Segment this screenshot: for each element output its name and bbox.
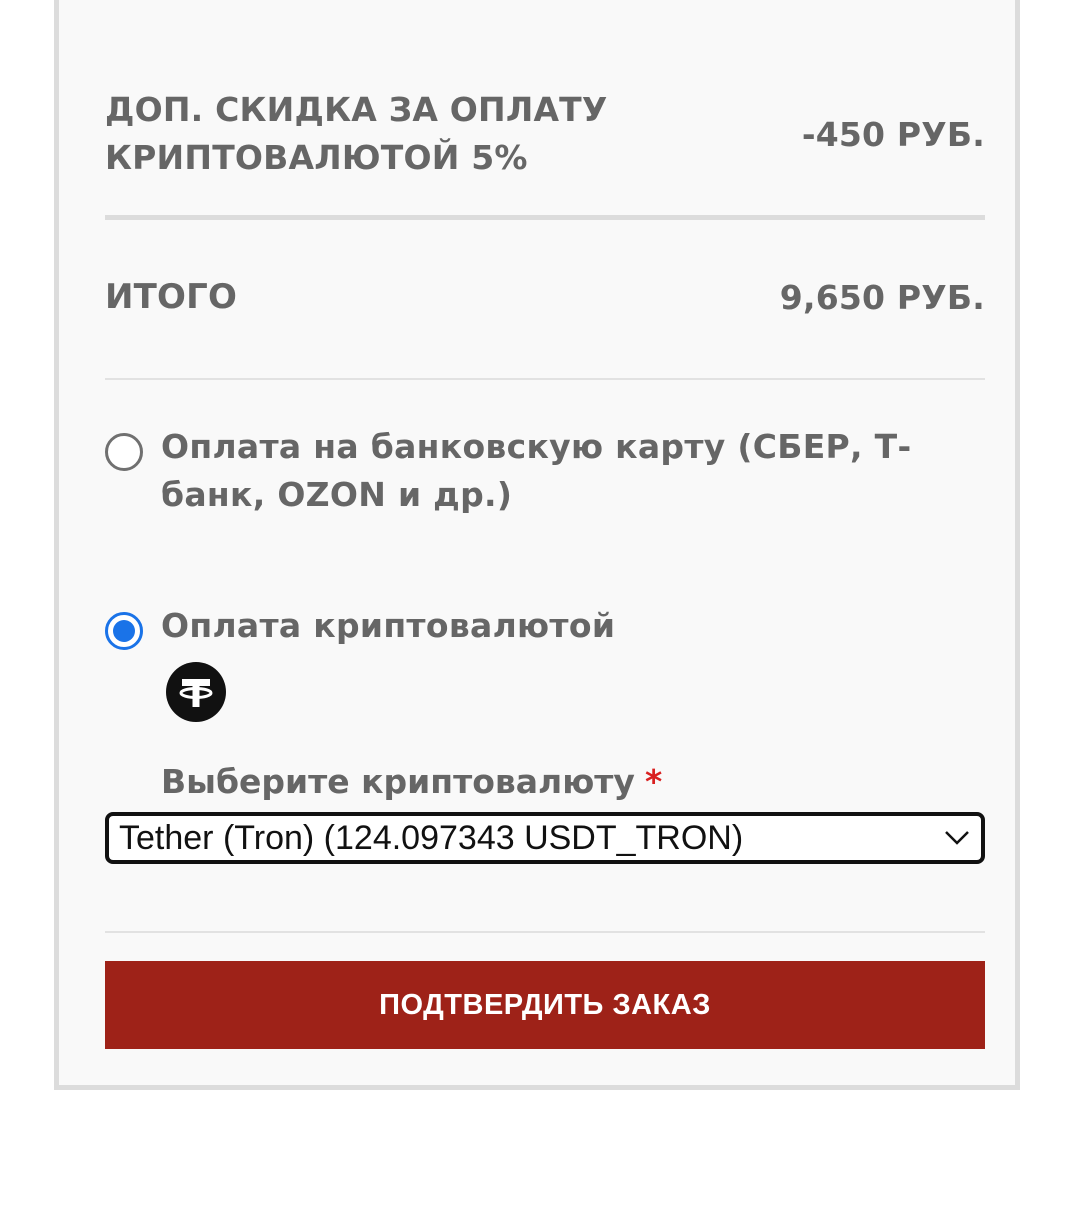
crypto-select-label: Выберите криптовалюту *	[161, 762, 662, 801]
crypto-select-value: Tether (Tron) (124.097343 USDT_TRON)	[119, 818, 744, 857]
total-value: 9,650 РУБ.	[779, 277, 985, 317]
payment-option-crypto-label[interactable]: Оплата криптовалютой	[161, 602, 615, 650]
radio-crypto[interactable]	[105, 612, 143, 650]
chevron-down-icon	[945, 831, 969, 845]
tether-icon	[166, 662, 226, 722]
checkout-panel: ДОП. СКИДКА ЗА ОПЛАТУ КРИПТОВАЛЮТОЙ 5% -…	[54, 0, 1020, 1090]
discount-label: ДОП. СКИДКА ЗА ОПЛАТУ КРИПТОВАЛЮТОЙ 5%	[105, 90, 608, 177]
required-mark: *	[644, 762, 663, 801]
discount-value: -450 РУБ.	[801, 114, 985, 154]
discount-row: ДОП. СКИДКА ЗА ОПЛАТУ КРИПТОВАЛЮТОЙ 5% -…	[105, 84, 985, 184]
confirm-order-button[interactable]: ПОДТВЕРДИТЬ ЗАКАЗ	[105, 961, 985, 1049]
total-label: ИТОГО	[105, 277, 238, 317]
payment-option-bank-card-label[interactable]: Оплата на банковскую карту (СБЕР, Т-банк…	[161, 423, 991, 519]
form-divider	[105, 931, 985, 933]
crypto-select[interactable]: Tether (Tron) (124.097343 USDT_TRON)	[105, 812, 985, 864]
total-divider	[105, 378, 985, 380]
crypto-select-label-text: Выберите криптовалюту	[161, 762, 635, 801]
total-row: ИТОГО 9,650 РУБ.	[105, 272, 985, 322]
summary-divider	[105, 215, 985, 220]
radio-bank-card[interactable]	[105, 433, 143, 471]
